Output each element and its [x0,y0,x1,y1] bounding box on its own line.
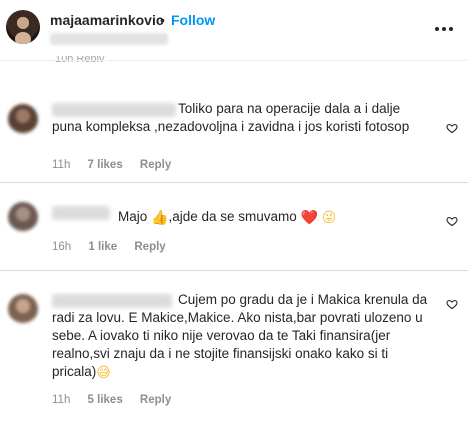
comment-2: Majo 👍,ajde da se smuvamo ❤️ 😜 16h 1 lik… [0,196,468,262]
separator-dot: • [160,12,165,28]
comment-divider [0,270,468,271]
reply-button[interactable]: Reply [140,159,171,171]
like-heart-icon[interactable] [446,122,458,134]
comment-time: 16h [52,241,72,253]
cut-off-comment-meta: 10h Reply [55,56,105,62]
instagram-comments-view: majaamarinkovic • Follow 10h Reply Tolik… [0,0,468,424]
reply-button[interactable]: Reply [134,241,165,253]
follow-button[interactable]: Follow [171,12,215,28]
comment-meta: 11h 7 likes Reply [52,159,185,171]
commenter-avatar[interactable] [8,294,38,324]
post-header: majaamarinkovic • Follow [0,0,468,54]
comment-text: Toliko para na operacije dala a i dalje … [52,100,409,136]
more-horizontal-icon[interactable] [434,19,454,39]
thumbs-up-emoji: 👍 [151,210,169,226]
header-divider [0,60,468,61]
winking-tongue-emoji: 😜 [321,210,337,226]
commenter-avatar[interactable] [8,202,38,232]
comment-3: Cujem po gradu da je i Makica krenula da… [0,286,468,416]
like-heart-icon[interactable] [446,215,458,227]
comment-meta: 16h 1 like Reply [52,241,180,253]
comment-text-line: radi za lovu. E Makice,Makice. Ako nista… [52,310,423,325]
comment-text-middle: ,ajde da se smuvamo [168,209,297,224]
comment-text: Cujem po gradu da je i Makica krenula da… [52,291,427,381]
comment-meta: 11h 5 likes Reply [52,394,185,406]
comment-divider [0,182,468,183]
comment-time: 11h [52,159,71,171]
comment-likes[interactable]: 7 likes [88,159,123,171]
commenter-avatar[interactable] [8,104,38,134]
username[interactable]: majaamarinkovic [50,12,164,28]
comment-text-line: realno,svi znaju da i ne stojite finansi… [52,346,389,361]
comment-likes[interactable]: 1 like [88,241,117,253]
comment-text-line: Cujem po gradu da je i Makica krenula da [178,292,428,307]
comment-likes[interactable]: 5 likes [88,394,123,406]
reply-button[interactable]: Reply [140,394,171,406]
blurred-location [50,33,168,45]
comment-text-prefix: Majo [118,209,148,224]
comment-1: Toliko para na operacije dala a i dalje … [0,94,468,174]
comment-text: Majo 👍,ajde da se smuvamo ❤️ 😜 [52,208,336,226]
comment-text-line: puna kompleksa ,nezadovoljna i zavidna i… [52,119,410,134]
comment-text-line: Toliko para na operacije dala a i dalje [178,101,401,116]
heart-emoji: ❤️ [300,210,318,226]
laughing-sweat-emoji: 😅 [96,365,111,381]
like-heart-icon[interactable] [446,298,458,310]
comment-text-line: pricala) [52,364,97,379]
profile-avatar[interactable] [6,10,40,44]
comment-time: 11h [52,394,71,406]
comment-text-line: sebe. A iovako ti niko nije verovao da t… [52,328,391,343]
